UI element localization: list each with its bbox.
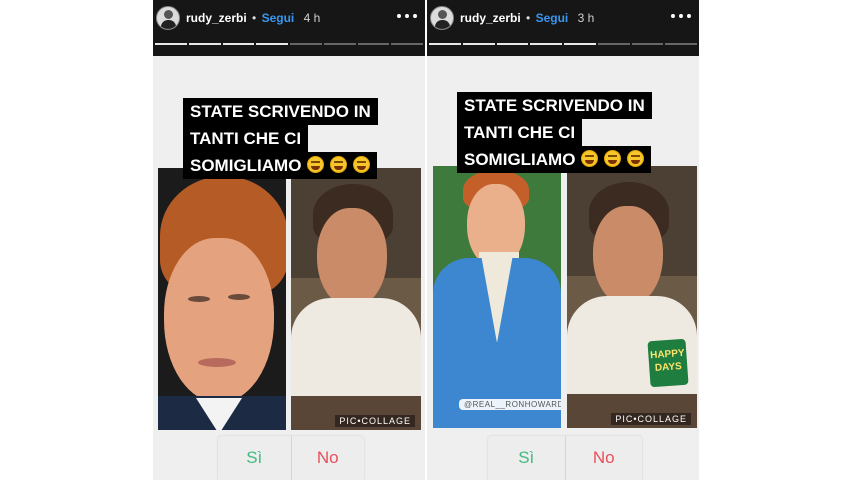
more-options-icon[interactable] (397, 8, 417, 24)
sticker-line-2: DAYS (654, 361, 683, 374)
progress-segment (391, 43, 423, 45)
poll-sticker: Sì No (488, 436, 642, 480)
story-panel-2[interactable]: rudy_zerbi • Segui 3 h @REAL__RONHOWARD … (427, 0, 699, 480)
avatar[interactable] (430, 6, 454, 30)
progress-segment (631, 43, 664, 45)
progress-segment (256, 43, 288, 45)
poll-option-yes[interactable]: Sì (488, 436, 566, 480)
more-options-icon[interactable] (671, 8, 691, 24)
caption-line-2: TANTI CHE CI (183, 125, 309, 152)
progress-segment (597, 43, 630, 45)
laughing-tears-emoji-icon (307, 156, 325, 173)
watermark-label: PIC•COLLAGE (335, 415, 415, 427)
story-header: rudy_zerbi • Segui 3 h (427, 0, 699, 56)
laughing-tears-emoji-icon (353, 156, 371, 173)
post-time: 3 h (577, 11, 595, 25)
avatar[interactable] (156, 6, 180, 30)
story-panel-1[interactable]: rudy_zerbi • Segui 4 h PIC•COLLAGE STATE… (153, 0, 425, 480)
post-time: 4 h (303, 11, 321, 25)
progress-segment (290, 43, 322, 45)
laughing-tears-emoji-icon (604, 150, 622, 167)
caption-line-1: STATE SCRIVENDO IN (183, 98, 378, 125)
progress-segment (496, 43, 529, 45)
progress-segment (665, 43, 697, 45)
separator-dot: • (526, 11, 531, 25)
caption-line-3: SOMIGLIAMO (457, 146, 652, 173)
story-progress-bar (155, 43, 423, 45)
mention-tag[interactable]: @REAL__RONHOWARD (459, 399, 561, 410)
caption-line-3-text: SOMIGLIAMO (464, 150, 576, 169)
progress-segment (357, 43, 390, 45)
caption-line-1: STATE SCRIVENDO IN (457, 92, 652, 119)
poll-option-no[interactable]: No (566, 436, 643, 480)
collage-photo-right: HAPPY DAYS PIC•COLLAGE (567, 166, 697, 428)
progress-segment (530, 43, 562, 45)
collage-photo-left (158, 168, 286, 430)
sticker-line-1: HAPPY (649, 347, 685, 362)
progress-segment (564, 43, 596, 45)
username[interactable]: rudy_zerbi (186, 11, 247, 25)
caption-line-3: SOMIGLIAMO (183, 152, 378, 179)
laughing-tears-emoji-icon (330, 156, 348, 173)
story-progress-bar (429, 43, 697, 45)
collage-photo-left: @REAL__RONHOWARD (433, 166, 561, 428)
progress-segment (188, 43, 221, 45)
caption-line-2: TANTI CHE CI (457, 119, 583, 146)
separator-dot: • (252, 11, 257, 25)
follow-button[interactable]: Segui (536, 11, 569, 25)
collage-photo-right: PIC•COLLAGE (291, 168, 421, 430)
progress-segment (323, 43, 356, 45)
story-header: rudy_zerbi • Segui 4 h (153, 0, 425, 56)
progress-segment (222, 43, 255, 45)
progress-segment (155, 43, 187, 45)
poll-sticker: Sì No (218, 436, 364, 480)
laughing-tears-emoji-icon (627, 150, 645, 167)
watermark-label: PIC•COLLAGE (611, 413, 691, 425)
progress-segment (429, 43, 461, 45)
laughing-tears-emoji-icon (581, 150, 599, 167)
username[interactable]: rudy_zerbi (460, 11, 521, 25)
poll-option-no[interactable]: No (292, 436, 365, 480)
poll-option-yes[interactable]: Sì (218, 436, 292, 480)
caption-line-3-text: SOMIGLIAMO (190, 156, 302, 175)
progress-segment (462, 43, 495, 45)
follow-button[interactable]: Segui (262, 11, 295, 25)
happy-days-sticker: HAPPY DAYS (647, 338, 689, 388)
